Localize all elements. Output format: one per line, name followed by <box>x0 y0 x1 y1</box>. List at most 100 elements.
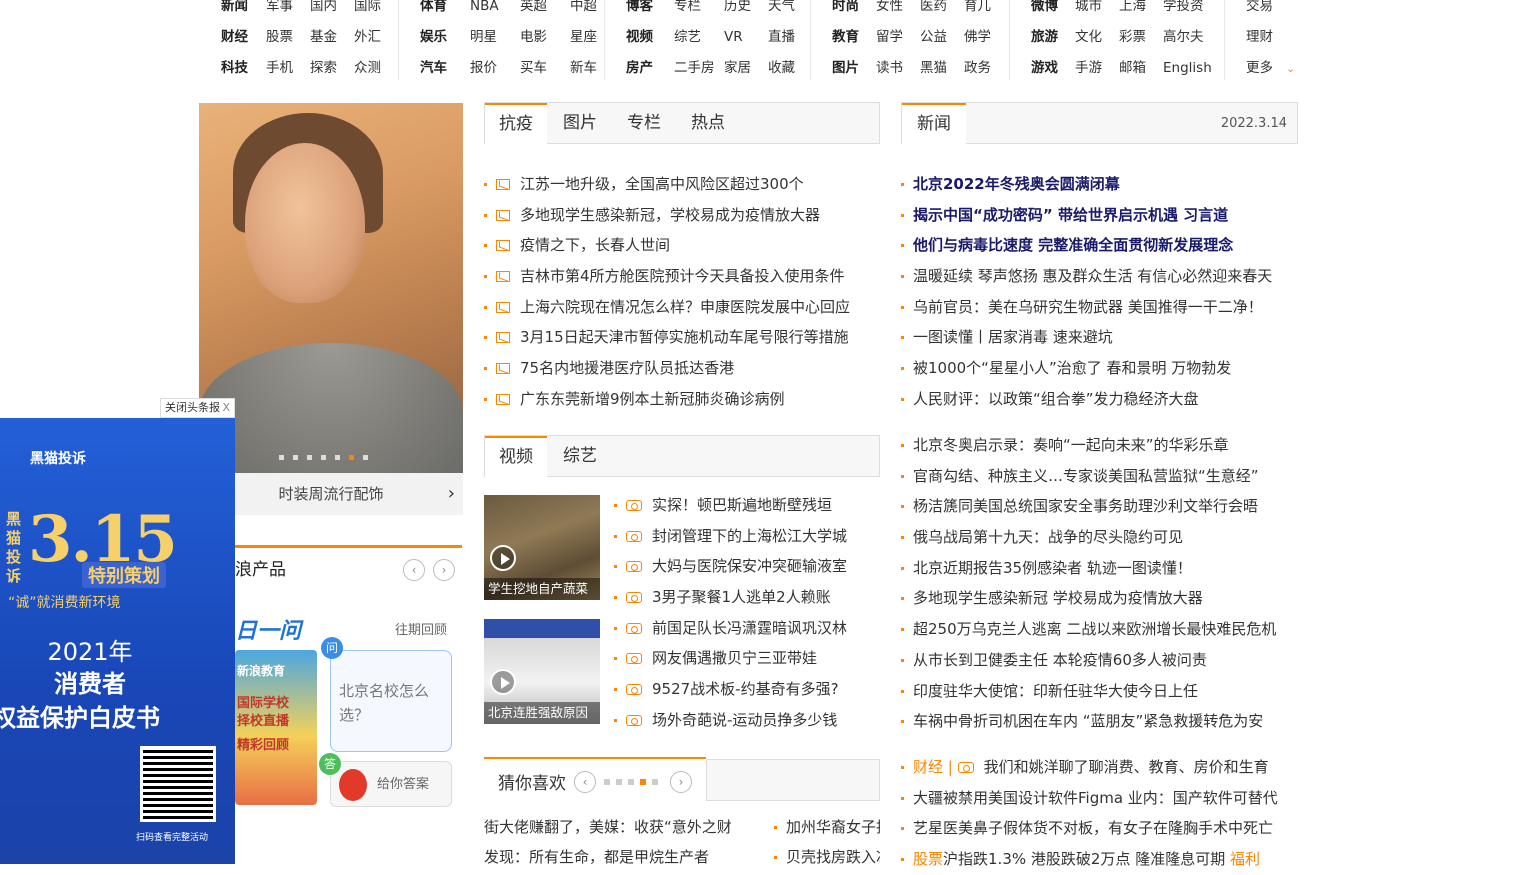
nav-link[interactable]: 育儿 <box>964 0 1008 22</box>
nav-link[interactable]: 游戏 <box>1031 53 1075 84</box>
nav-link[interactable]: 综艺 <box>674 22 724 53</box>
list-item[interactable]: 财经 | 我们和姚洋聊了聊消费、教育、房价和生育 <box>901 752 1298 783</box>
tab-pictures[interactable]: 图片 <box>549 103 611 144</box>
nav-link[interactable]: 中超 <box>570 0 620 22</box>
nav-link[interactable]: 历史 <box>724 0 768 22</box>
news-link[interactable]: 超250万乌克兰人逃离 二战以来欧洲增长最快难民危机 <box>913 620 1276 638</box>
nav-link[interactable]: VR <box>724 22 768 53</box>
list-item[interactable]: 被1000个“星星小人”治愈了 春和景明 万物勃发 <box>901 353 1298 384</box>
nav-link[interactable]: English <box>1163 53 1225 84</box>
list-item[interactable]: 实探！顿巴斯遍地断壁残垣 <box>614 490 880 521</box>
nav-link[interactable]: 军事 <box>266 0 310 22</box>
news-link[interactable]: 杨洁篪同美国总统国家安全事务助理沙利文举行会晤 <box>913 497 1258 515</box>
question-text[interactable]: 北京名校怎么选？ <box>339 682 429 724</box>
news-link[interactable]: 江苏一地升级，全国高中风险区超过300个 <box>520 175 804 193</box>
news-link[interactable]: 一图读懂丨居家消毒 速来避坑 <box>913 328 1113 346</box>
list-item[interactable]: 北京2022年冬残奥会圆满闭幕 <box>901 169 1298 200</box>
dot-active[interactable] <box>640 779 646 785</box>
list-item[interactable]: 网友偶遇撒贝宁三亚带娃 <box>614 643 880 674</box>
nav-link[interactable]: 英超 <box>520 0 570 22</box>
nav-link[interactable]: 城市 <box>1075 0 1119 22</box>
nav-link[interactable]: 理财 <box>1246 22 1286 53</box>
nav-link[interactable]: 交易 <box>1246 0 1286 22</box>
nav-link[interactable]: 女性 <box>876 0 920 22</box>
close-icon[interactable]: X <box>222 399 230 417</box>
news-link[interactable]: 俄乌战局第十九天：战争的尽头隐约可见 <box>913 528 1183 546</box>
slider-dot[interactable] <box>307 455 312 460</box>
tab-video[interactable]: 视频 <box>485 436 547 477</box>
tab-variety[interactable]: 综艺 <box>549 436 611 477</box>
play-icon[interactable] <box>490 545 516 571</box>
nav-link[interactable]: 报价 <box>470 53 520 84</box>
news-link[interactable]: 网友偶遇撒贝宁三亚带娃 <box>652 649 817 667</box>
nav-link[interactable]: 明星 <box>470 22 520 53</box>
tab-news[interactable]: 新闻 <box>902 103 966 144</box>
news-link[interactable]: 印度驻华大使馆：印新任驻华大使今日上任 <box>913 682 1198 700</box>
welfare-tag[interactable]: 福利 <box>1230 850 1260 868</box>
nav-link[interactable]: 专栏 <box>674 0 724 22</box>
news-link[interactable]: 3月15日起天津市暂停实施机动车尾号限行等措施 <box>520 328 849 346</box>
nav-link[interactable]: 星座 <box>570 22 620 53</box>
play-icon[interactable] <box>490 669 516 695</box>
video-thumbnail[interactable]: 学生挖地自产蔬菜 <box>484 495 600 600</box>
stock-tag[interactable]: 股票 <box>913 850 943 868</box>
news-link[interactable]: 温暖延续 琴声悠扬 惠及群众生活 有信心必然迎来春天 <box>913 267 1272 285</box>
close-ad-label[interactable]: 关闭头条报 <box>165 401 220 414</box>
nav-link[interactable]: 娱乐 <box>420 22 470 53</box>
nav-link[interactable]: 电影 <box>520 22 570 53</box>
list-item[interactable]: 北京近期报告35例感染者 轨迹一图读懂！ <box>901 553 1298 584</box>
nav-link[interactable]: 众测 <box>354 53 398 84</box>
list-item[interactable]: 3月15日起天津市暂停实施机动车尾号限行等措施 <box>484 322 880 353</box>
nav-link[interactable]: 手游 <box>1075 53 1119 84</box>
headline-link[interactable]: 北京2022年冬残奥会圆满闭幕 <box>913 175 1120 193</box>
news-link[interactable]: 多地现学生感染新冠，学校易成为疫情放大器 <box>520 206 820 224</box>
nav-link[interactable]: 国内 <box>310 0 354 22</box>
nav-link[interactable]: 高尔夫 <box>1163 22 1225 53</box>
list-item[interactable]: 揭示中国“成功密码” 带给世界启示机遇 习言道 <box>901 200 1298 231</box>
finance-tag[interactable]: 财经 | <box>913 758 953 776</box>
nav-link[interactable]: 政务 <box>964 53 1008 84</box>
news-link[interactable]: 场外奇葩说-运动员挣多少钱 <box>652 711 837 729</box>
list-item[interactable]: 多地现学生感染新冠，学校易成为疫情放大器 <box>484 200 880 231</box>
tab-epidemic[interactable]: 抗疫 <box>485 103 547 144</box>
close-ad-button[interactable]: 关闭头条报 X <box>160 398 235 418</box>
list-item[interactable]: 艺星医美鼻子假体货不对板，有女子在隆胸手术中死亡 <box>901 813 1298 844</box>
nav-link[interactable]: 彩票 <box>1119 22 1163 53</box>
nav-link[interactable]: 旅游 <box>1031 22 1075 53</box>
news-link[interactable]: 实探！顿巴斯遍地断壁残垣 <box>652 496 832 514</box>
answer-cta[interactable]: 给你答案 <box>377 777 429 792</box>
nav-link[interactable]: 视频 <box>626 22 674 53</box>
video-caption[interactable]: 北京连胜强敌原因 <box>484 702 600 724</box>
nav-link[interactable]: 房产 <box>626 53 674 84</box>
slider-dot-active[interactable] <box>349 455 354 460</box>
list-item[interactable]: 人民财评：以政策“组合拳”发力稳经济大盘 <box>901 384 1298 415</box>
nav-link[interactable]: 二手房 <box>674 53 724 84</box>
dot[interactable] <box>652 779 658 785</box>
list-item[interactable]: 官商勾结、种族主义…专家谈美国私营监狱“生意经” <box>901 461 1298 492</box>
nav-link[interactable]: NBA <box>470 0 520 22</box>
list-item[interactable]: 大疆被禁用美国设计软件Figma 业内：国产软件可替代 <box>901 783 1298 814</box>
slider-caption[interactable]: 时装周流行配饰 › <box>199 473 463 515</box>
news-link[interactable]: 上海六院现在情况怎么样？申康医院发展中心回应 <box>520 298 850 316</box>
list-item[interactable]: 3男子聚餐1人逃单2人赖账 <box>614 582 880 613</box>
headline-link[interactable]: 揭示中国“成功密码” 带给世界启示机遇 习言道 <box>913 206 1228 224</box>
nav-link[interactable]: 股票 <box>266 22 310 53</box>
list-item[interactable]: 超250万乌克兰人逃离 二战以来欧洲增长最快难民危机 <box>901 614 1298 645</box>
nav-link[interactable]: 佛学 <box>964 22 1008 53</box>
nav-link[interactable]: 手机 <box>266 53 310 84</box>
list-item[interactable]: 75名内地援港医疗队员抵达香港 <box>484 353 880 384</box>
nav-link[interactable]: 留学 <box>876 22 920 53</box>
nav-link[interactable]: 收藏 <box>768 53 812 84</box>
list-item[interactable]: 广东东莞新增9例本土新冠肺炎确诊病例 <box>484 384 880 415</box>
chevron-right-icon[interactable]: › <box>448 473 455 515</box>
slider-dot[interactable] <box>321 455 326 460</box>
news-link[interactable]: 多地现学生感染新冠 学校易成为疫情放大器 <box>913 589 1203 607</box>
news-link[interactable]: 艺星医美鼻子假体货不对板，有女子在隆胸手术中死亡 <box>913 819 1273 837</box>
nav-link[interactable]: 更多 <box>1246 53 1286 84</box>
news-link[interactable]: 大疆被禁用美国设计软件Figma 业内：国产软件可替代 <box>913 789 1278 807</box>
dot[interactable] <box>628 779 634 785</box>
video-thumbnail[interactable]: 北京连胜强敌原因 <box>484 619 600 724</box>
guess-item[interactable]: 加州华裔女子拒 <box>774 812 880 842</box>
nav-link[interactable]: 读书 <box>876 53 920 84</box>
list-item[interactable]: 大妈与医院保安冲突砸输液室 <box>614 551 880 582</box>
